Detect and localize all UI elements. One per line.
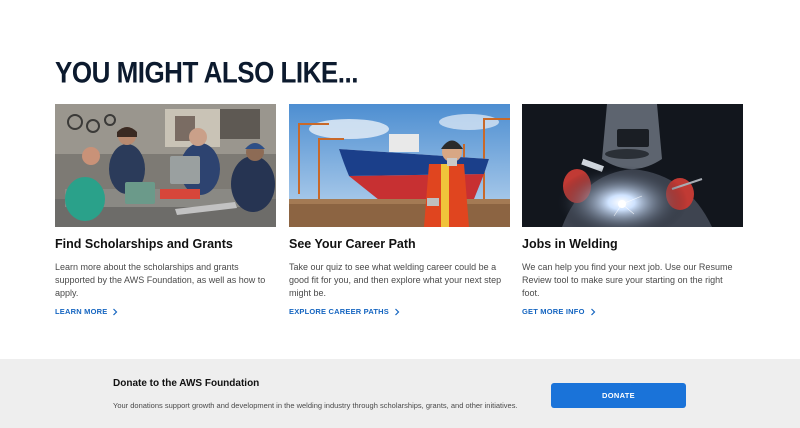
link-label: EXPLORE CAREER PATHS <box>289 307 389 316</box>
shipyard-worker-photo[interactable] <box>289 104 510 227</box>
get-more-info-link[interactable]: GET MORE INFO <box>522 307 597 316</box>
explore-career-paths-link[interactable]: EXPLORE CAREER PATHS <box>289 307 401 316</box>
link-label: LEARN MORE <box>55 307 108 316</box>
card-title: See Your Career Path <box>289 237 416 251</box>
donate-description: Your donations support growth and develo… <box>113 401 518 410</box>
learn-more-link[interactable]: LEARN MORE <box>55 307 119 316</box>
card-description: Learn more about the scholarships and gr… <box>55 262 266 299</box>
card-description: Take our quiz to see what welding career… <box>289 262 502 299</box>
chevron-right-icon <box>111 308 119 316</box>
donate-title: Donate to the AWS Foundation <box>113 378 260 389</box>
card-title: Jobs in Welding <box>522 237 618 251</box>
card-title: Find Scholarships and Grants <box>55 237 233 251</box>
card-jobs-in-welding: Jobs in Welding We can help you find you… <box>522 104 743 316</box>
students-welding-workshop-photo[interactable] <box>55 104 276 227</box>
card-description: We can help you find your next job. Use … <box>522 262 733 299</box>
donate-button[interactable]: DONATE <box>551 383 686 408</box>
card-career-path: See Your Career Path Take our quiz to se… <box>289 104 510 316</box>
section-heading: YOU MIGHT ALSO LIKE... <box>55 55 358 90</box>
welder-in-helmet-photo[interactable] <box>522 104 743 227</box>
card-scholarships: Find Scholarships and Grants Learn more … <box>55 104 276 316</box>
chevron-right-icon <box>393 308 401 316</box>
donate-banner: Donate to the AWS Foundation Your donati… <box>0 359 800 428</box>
chevron-right-icon <box>589 308 597 316</box>
link-label: GET MORE INFO <box>522 307 585 316</box>
